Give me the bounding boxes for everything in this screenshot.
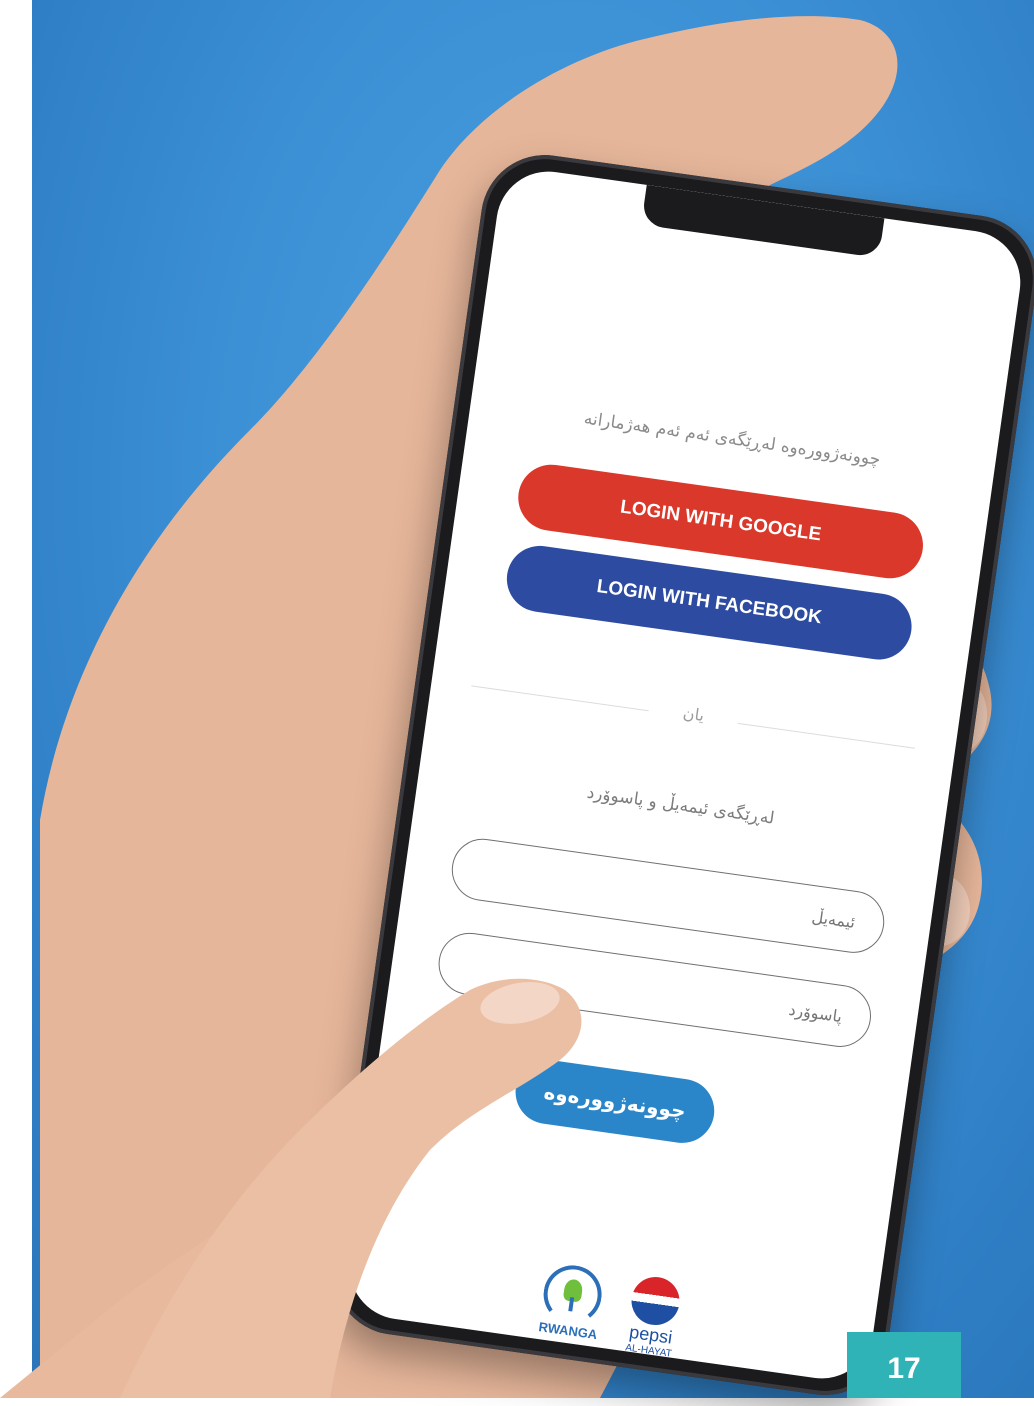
- page-number-badge: 17: [847, 1332, 961, 1398]
- pointing-finger: [120, 978, 582, 1398]
